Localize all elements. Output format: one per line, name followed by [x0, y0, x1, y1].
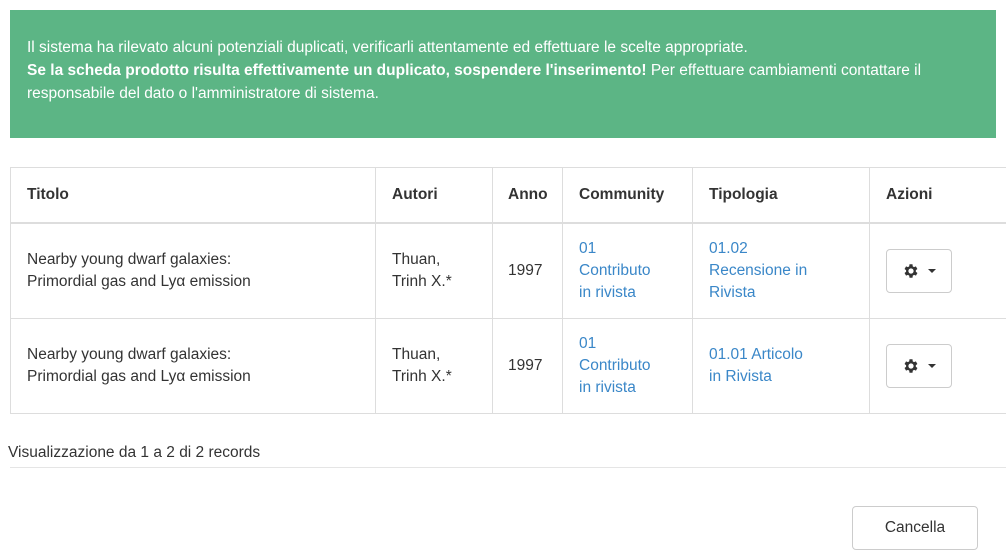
duplicates-alert: Il sistema ha rilevato alcuni potenziali… — [10, 10, 996, 138]
cell-autori: Thuan, Trinh X.* — [375, 318, 493, 414]
gear-icon — [904, 359, 918, 373]
titolo-line: Primordial gas and Lyα emission — [27, 368, 251, 385]
alert-line-2: Se la scheda prodotto risulta effettivam… — [27, 59, 978, 105]
duplicates-table: Titolo Autori Anno Community Tipologia A… — [10, 167, 1006, 414]
titolo-line: Nearby young dwarf galaxies: — [27, 251, 232, 268]
footer-divider — [10, 467, 1006, 468]
titolo-line: Primordial gas and Lyα emission — [27, 273, 251, 290]
community-link[interactable]: 01 Contributo in rivista — [579, 238, 692, 304]
community-line: 01 — [579, 335, 597, 352]
community-line: in rivista — [579, 379, 636, 396]
autori-line: Thuan, — [392, 346, 441, 363]
duplicates-table-wrap: Titolo Autori Anno Community Tipologia A… — [10, 167, 1006, 414]
autori-line: Thuan, — [392, 251, 441, 268]
col-header-community[interactable]: Community — [562, 167, 693, 224]
alert-bold-warning: Se la scheda prodotto risulta effettivam… — [27, 62, 647, 79]
col-header-azioni: Azioni — [869, 167, 1006, 224]
cell-titolo: Nearby young dwarf galaxies: Primordial … — [10, 318, 376, 414]
cell-tipologia: 01.02 Recensione in Rivista — [692, 222, 870, 319]
titolo-line: Nearby young dwarf galaxies: — [27, 346, 232, 363]
tipologia-link[interactable]: 01.02 Recensione in Rivista — [709, 238, 869, 304]
table-header-row: Titolo Autori Anno Community Tipologia A… — [10, 167, 1006, 224]
cancel-button[interactable]: Cancella — [852, 506, 978, 550]
autori-line: Trinh X.* — [392, 273, 452, 290]
tipologia-line: 01.01 Articolo — [709, 346, 803, 363]
tipologia-link[interactable]: 01.01 Articolo in Rivista — [709, 344, 869, 388]
records-info: Visualizzazione da 1 a 2 di 2 records — [8, 444, 261, 461]
community-line: Contributo — [579, 357, 651, 374]
cell-anno: 1997 — [492, 222, 563, 319]
tipologia-line: Recensione in — [709, 262, 808, 279]
cell-tipologia: 01.01 Articolo in Rivista — [692, 318, 870, 414]
col-header-anno[interactable]: Anno — [492, 167, 563, 224]
cell-titolo: Nearby young dwarf galaxies: Primordial … — [10, 222, 376, 319]
cell-azioni — [869, 222, 1006, 319]
community-line: Contributo — [579, 262, 651, 279]
duplicate-check-page: Il sistema ha rilevato alcuni potenziali… — [0, 0, 1006, 556]
cell-community: 01 Contributo in rivista — [562, 318, 693, 414]
col-header-tipologia[interactable]: Tipologia — [692, 167, 870, 224]
actions-dropdown-button[interactable] — [886, 344, 952, 388]
col-header-titolo[interactable]: Titolo — [10, 167, 376, 224]
tipologia-line: in Rivista — [709, 368, 772, 385]
community-link[interactable]: 01 Contributo in rivista — [579, 333, 692, 399]
tipologia-line: 01.02 — [709, 240, 748, 257]
chevron-down-icon — [928, 364, 936, 368]
actions-dropdown-button[interactable] — [886, 249, 952, 293]
autori-line: Trinh X.* — [392, 368, 452, 385]
cell-anno: 1997 — [492, 318, 563, 414]
col-header-autori[interactable]: Autori — [375, 167, 493, 224]
community-line: 01 — [579, 240, 597, 257]
tipologia-line: Rivista — [709, 284, 756, 301]
cell-azioni — [869, 318, 1006, 414]
gear-icon — [904, 264, 918, 278]
chevron-down-icon — [928, 269, 936, 273]
community-line: in rivista — [579, 284, 636, 301]
table-row: Nearby young dwarf galaxies: Primordial … — [10, 222, 1006, 319]
cell-community: 01 Contributo in rivista — [562, 222, 693, 319]
alert-line-1: Il sistema ha rilevato alcuni potenziali… — [27, 39, 748, 56]
table-row: Nearby young dwarf galaxies: Primordial … — [10, 318, 1006, 414]
cell-autori: Thuan, Trinh X.* — [375, 222, 493, 319]
